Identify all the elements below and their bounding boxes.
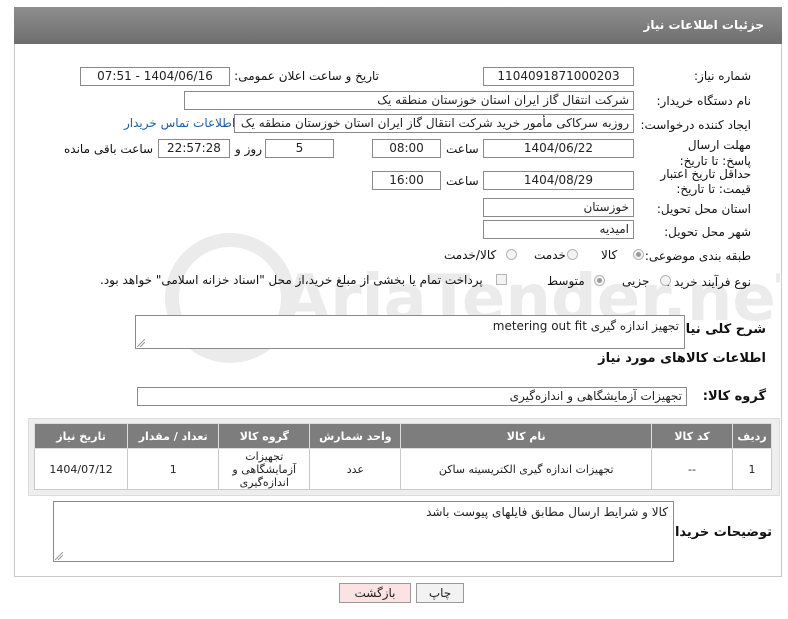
- buyer-org-field: شرکت انتقال گاز ایران استان خوزستان منطق…: [184, 91, 634, 110]
- category-label: طبقه بندی موضوعی:: [644, 249, 751, 263]
- col-date: تاریخ نیاز: [33, 423, 129, 449]
- process-option-medium: متوسط: [547, 274, 585, 288]
- goods-group-field: تجهیزات آزمایشگاهی و اندازه‌گیری: [137, 387, 687, 406]
- category-option-goods-service: کالا/خدمت: [444, 248, 497, 262]
- need-number-field: 1104091871000203: [483, 67, 634, 86]
- cell-code: --: [651, 448, 733, 490]
- col-row: ردیف: [731, 423, 773, 449]
- city-label: شهر محل تحویل:: [664, 225, 751, 239]
- cell-qty: 1: [127, 448, 220, 490]
- requester-label: ایجاد کننده درخواست:: [640, 118, 751, 132]
- price-time-label: ساعت: [446, 174, 479, 188]
- category-radio-goods-service[interactable]: [506, 249, 517, 260]
- reply-deadline-label: مهلت ارسال پاسخ: تا تاریخ:: [679, 138, 751, 168]
- col-code: کد کالا: [651, 423, 733, 449]
- buyer-contact-link[interactable]: اطلاعات تماس خریدار: [124, 116, 235, 130]
- category-option-goods: کالا: [601, 248, 618, 262]
- table-row: 1 -- تجهیزات اندازه گیری الکتریسیته ساکن…: [33, 448, 773, 490]
- summary-field: تجهیز اندازه گیری metering out fit: [135, 315, 685, 349]
- remaining-time-field: 22:57:28: [158, 139, 230, 158]
- treasury-payment-checkbox[interactable]: [496, 274, 507, 285]
- announce-label: تاریخ و ساعت اعلان عمومی:: [234, 69, 379, 83]
- cell-date: 1404/07/12: [33, 448, 129, 490]
- requester-field: روزبه سرکاکی مأمور خرید شرکت انتقال گاز …: [234, 114, 634, 133]
- payment-note: پرداخت تمام یا بخشی از مبلغ خرید،از محل …: [100, 273, 483, 287]
- back-button[interactable]: بازگشت: [339, 583, 411, 603]
- province-label: استان محل تحویل:: [656, 202, 751, 216]
- summary-label: شرح کلی نیاز:: [672, 322, 766, 337]
- process-label: نوع فرآیند خرید :: [666, 275, 751, 289]
- reply-time-label: ساعت: [446, 142, 479, 156]
- resize-grip-icon[interactable]: [137, 339, 145, 347]
- remaining-label: ساعت باقی مانده: [64, 142, 154, 156]
- goods-group-label: گروه کالا:: [702, 389, 766, 404]
- buyer-org-label: نام دستگاه خریدار:: [656, 94, 752, 108]
- days-field: 5: [265, 139, 334, 158]
- print-button[interactable]: چاپ: [416, 583, 464, 603]
- process-option-minor: جزیی: [622, 274, 650, 288]
- price-validity-label: حداقل تاریخ اعتبار قیمت: تا تاریخ:: [660, 167, 751, 196]
- items-table: ردیف کد کالا نام کالا واحد شمارش گروه کا…: [33, 423, 773, 490]
- process-radio-medium[interactable]: [594, 275, 605, 286]
- panel-header: جزئیات اطلاعات نیاز: [14, 7, 782, 44]
- goods-info-title: اطلاعات کالاهای مورد نیاز: [598, 351, 766, 366]
- col-unit: واحد شمارش: [309, 423, 402, 449]
- days-label: روز و: [235, 142, 262, 156]
- price-time-field: 16:00: [372, 171, 441, 190]
- category-radio-service[interactable]: [567, 249, 578, 260]
- table-header-row: ردیف کد کالا نام کالا واحد شمارش گروه کا…: [33, 423, 773, 449]
- panel-title: جزئیات اطلاعات نیاز: [643, 18, 764, 32]
- buyer-notes-field: کالا و شرایط ارسال مطابق فایلهای پیوست ب…: [53, 501, 674, 562]
- announce-field: 1404/06/16 - 07:51: [80, 67, 230, 86]
- city-field: امیدیه: [483, 220, 634, 239]
- category-radio-goods[interactable]: [633, 249, 644, 260]
- notes-resize-grip-icon[interactable]: [55, 552, 63, 560]
- reply-time-field: 08:00: [372, 139, 441, 158]
- col-group: گروه کالا: [218, 423, 311, 449]
- need-number-label: شماره نیاز:: [694, 69, 751, 83]
- category-option-service: خدمت: [534, 248, 566, 262]
- process-radio-minor[interactable]: [660, 275, 671, 286]
- cell-row: 1: [731, 448, 773, 490]
- col-name: نام کالا: [400, 423, 653, 449]
- cell-unit: عدد: [309, 448, 402, 490]
- cell-group: تجهیزات آزمایشگاهی و اندازه‌گیری: [218, 448, 311, 490]
- col-qty: تعداد / مقدار: [127, 423, 220, 449]
- province-field: خوزستان: [483, 198, 634, 217]
- reply-date-field: 1404/06/22: [483, 139, 634, 158]
- buyer-notes-label: توضیحات خریدار:: [662, 525, 772, 540]
- price-date-field: 1404/08/29: [483, 171, 634, 190]
- cell-name: تجهیزات اندازه گیری الکتریسیته ساکن: [400, 448, 653, 490]
